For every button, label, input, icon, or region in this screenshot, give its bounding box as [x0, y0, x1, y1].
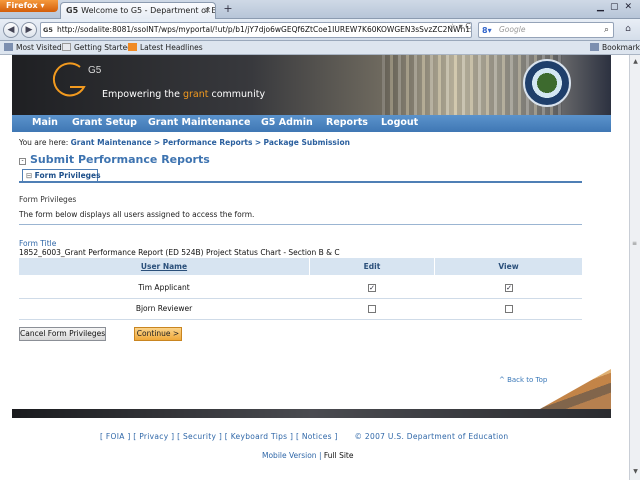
breadcrumb-separator: >: [254, 138, 262, 147]
bookmark-folder-icon: [4, 43, 13, 51]
tagline-part: community: [208, 89, 266, 100]
bookmark-latest-headlines[interactable]: Latest Headlines: [128, 41, 203, 54]
page-icon: [62, 43, 71, 51]
browser-tab[interactable]: G5Welcome to G5 - Department of Educati.…: [60, 2, 216, 19]
footer-link-foia[interactable]: FOIA: [106, 432, 125, 441]
bookmarks-menu[interactable]: Bookmarks: [590, 41, 640, 54]
edit-checkbox-bjorn-reviewer[interactable]: [368, 305, 376, 313]
mobile-version-link[interactable]: Mobile Version: [262, 451, 317, 460]
collapse-toggle-icon[interactable]: -: [19, 158, 26, 165]
close-tab-icon[interactable]: ✕: [204, 6, 211, 15]
breadcrumb-grant-maintenance[interactable]: Grant Maintenance: [71, 138, 152, 147]
site-favicon-icon: G5: [43, 26, 53, 34]
banner-tagline: Empowering the grant community: [102, 89, 265, 100]
department-seal-icon: [523, 59, 571, 107]
url-bar[interactable]: G5 http://sodalite:8081/ssoINT/wps/mypor…: [40, 22, 472, 38]
tab-title: Welcome to G5 - Department of Educati...: [81, 6, 216, 15]
page-title-text: Submit Performance Reports: [30, 153, 210, 166]
nav-main[interactable]: Main: [32, 115, 58, 131]
back-to-top-link[interactable]: ^ Back to Top: [499, 376, 547, 384]
user-name-cell: Bjorn Reviewer: [135, 304, 193, 313]
google-icon: 8▾: [482, 26, 492, 35]
form-title-label: Form Title: [19, 239, 57, 248]
window-controls[interactable]: ▁▢✕: [597, 2, 638, 12]
bookmarks-icon: [590, 43, 599, 51]
view-checkbox-tim-applicant[interactable]: ✓: [505, 284, 513, 292]
footer-link-notices[interactable]: Notices: [302, 432, 332, 441]
home-icon[interactable]: ⌂: [621, 22, 635, 38]
classroom-desks-image: [540, 369, 611, 409]
user-name-cell: Tim Applicant: [138, 283, 190, 292]
footer-link-privacy[interactable]: Privacy: [139, 432, 168, 441]
g5-header-banner: G5 Empowering the grant community: [12, 55, 611, 115]
rss-icon: [128, 43, 137, 51]
collapse-icon: ⊟: [26, 171, 35, 180]
tagline-part: Empowering the: [102, 89, 183, 100]
forward-arrow-icon[interactable]: ▶: [21, 22, 37, 38]
breadcrumb-separator: >: [153, 138, 161, 147]
tab-label: Form Privileges: [34, 171, 101, 180]
column-header-view: View: [435, 258, 582, 275]
browser-navigation-bar: ◀ ▶ G5 http://sodalite:8081/ssoINT/wps/m…: [0, 19, 640, 41]
bookmark-label: Getting Started: [74, 43, 132, 52]
breadcrumb-package-submission: Package Submission: [263, 138, 350, 147]
cancel-form-privileges-button[interactable]: Cancel Form Privileges: [19, 327, 106, 341]
row-divider: [19, 298, 582, 299]
form-title-value: 1852_6003_Grant Performance Report (ED 5…: [19, 248, 340, 257]
tab-underline: [19, 181, 582, 183]
bookmark-most-visited[interactable]: Most Visited: [4, 41, 62, 54]
firefox-menu-button[interactable]: Firefox ▾: [0, 0, 58, 12]
divider: [19, 224, 582, 225]
scroll-down-arrow-icon[interactable]: ▼: [631, 467, 640, 476]
url-text: http://sodalite:8081/ssoINT/wps/myportal…: [57, 25, 472, 34]
column-header-edit: Edit: [310, 258, 434, 275]
view-checkbox-bjorn-reviewer[interactable]: [505, 305, 513, 313]
column-header-user-name[interactable]: User Name: [19, 258, 309, 275]
g5-logo-icon: G5: [52, 62, 102, 97]
nav-grant-maintenance[interactable]: Grant Maintenance: [148, 115, 250, 131]
full-site-label: Full Site: [323, 451, 354, 460]
footer-link-keyboard-tips[interactable]: Keyboard Tips: [231, 432, 288, 441]
bookmark-label: Most Visited: [16, 43, 62, 52]
footer-copyright: © 2007 U.S. Department of Education: [354, 432, 509, 441]
section-description: The form below displays all users assign…: [19, 210, 255, 219]
vertical-scrollbar[interactable]: ▲ ≡ ▼: [629, 55, 640, 480]
breadcrumb: You are here: Grant Maintenance > Perfor…: [19, 138, 350, 147]
bookmark-getting-started[interactable]: Getting Started: [62, 41, 132, 54]
footer-bar: [12, 409, 611, 418]
row-divider: [19, 319, 582, 320]
scroll-thumb-grip-icon[interactable]: ≡: [632, 240, 638, 250]
bookmarks-toolbar: Most Visited Getting Started Latest Head…: [0, 41, 640, 55]
nav-reports[interactable]: Reports: [326, 115, 368, 131]
search-placeholder: Google: [499, 25, 526, 34]
bookmarks-menu-label: Bookmarks: [602, 43, 640, 52]
section-heading: Form Privileges: [19, 195, 77, 204]
bookmark-label: Latest Headlines: [140, 43, 203, 52]
g5-favicon-icon: G5: [66, 6, 79, 15]
nav-grant-setup[interactable]: Grant Setup: [72, 115, 137, 131]
footer-link-security[interactable]: Security: [183, 432, 216, 441]
nav-g5-admin[interactable]: G5 Admin: [261, 115, 313, 131]
main-navigation: Main Grant Setup Grant Maintenance G5 Ad…: [12, 115, 611, 132]
browser-tab-bar: Firefox ▾ G5 Welcome to G5 - Department o…: [0, 0, 640, 19]
search-input[interactable]: 8▾ Google ⌕: [478, 22, 614, 38]
continue-button[interactable]: Continue >: [134, 327, 182, 341]
tagline-highlight: grant: [182, 89, 209, 100]
breadcrumb-prefix: You are here:: [19, 138, 69, 147]
back-arrow-icon[interactable]: ◀: [3, 22, 19, 38]
url-controls[interactable]: ☆ ▾ C: [449, 22, 471, 31]
firefox-menu-label: Firefox: [6, 1, 38, 10]
site-version-switch: Mobile Version | Full Site: [262, 451, 354, 460]
search-icon[interactable]: ⌕: [604, 23, 609, 37]
web-page: G5 Empowering the grant community Main G…: [0, 55, 629, 480]
breadcrumb-performance-reports[interactable]: Performance Reports: [163, 138, 253, 147]
nav-logout[interactable]: Logout: [381, 115, 418, 131]
footer-links: [ FOIA ] [ Privacy ] [ Security ] [ Keyb…: [100, 432, 509, 441]
g5-logo-superscript: G5: [88, 65, 102, 76]
edit-checkbox-tim-applicant[interactable]: ✓: [368, 284, 376, 292]
new-tab-plus-icon[interactable]: +: [221, 3, 235, 16]
scroll-up-arrow-icon[interactable]: ▲: [631, 57, 640, 66]
page-title: - Submit Performance Reports: [19, 153, 210, 166]
